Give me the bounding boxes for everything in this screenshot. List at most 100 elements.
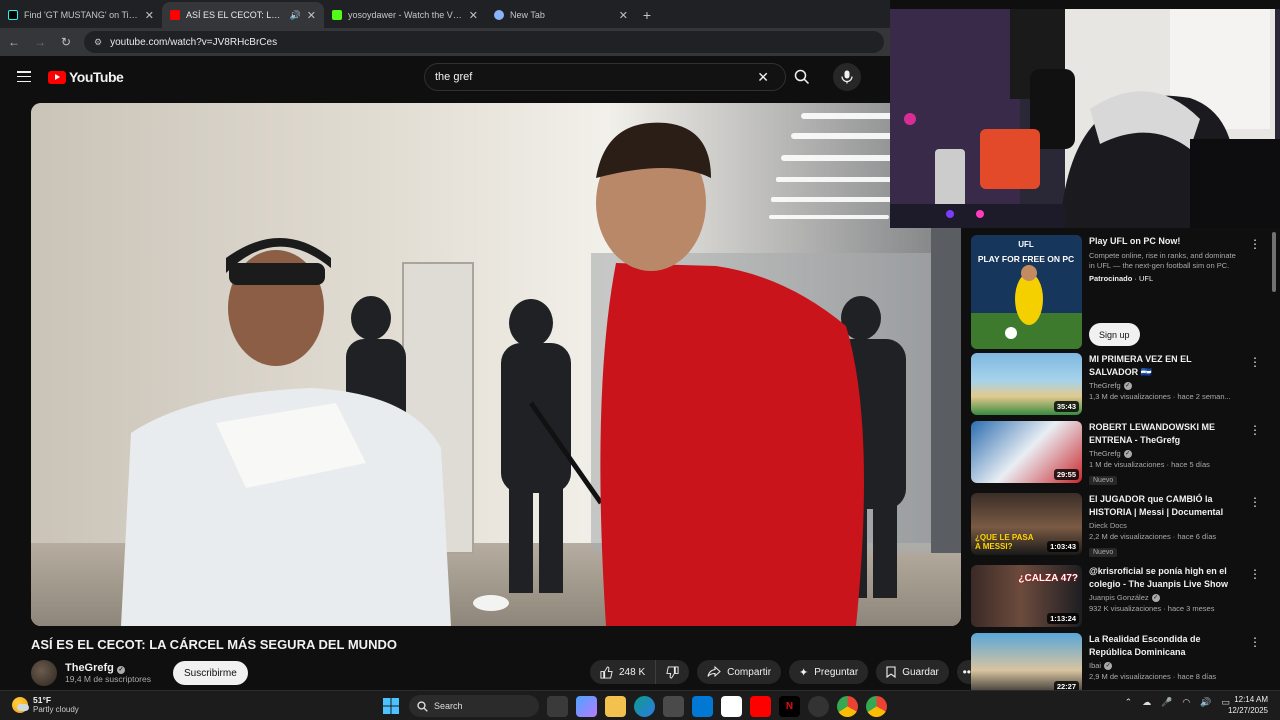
close-tab-icon[interactable]: ✕ <box>619 9 628 22</box>
dislike-button[interactable] <box>656 660 689 684</box>
rec-channel[interactable]: TheGrefg ✓ <box>1089 381 1239 390</box>
browser-tab-youtube[interactable]: ASÍ ES EL CECOT: LA CÁRC 🔊 ✕ <box>162 2 324 28</box>
search-icon <box>417 700 428 712</box>
site-info-icon[interactable]: ⚙ <box>94 37 102 48</box>
youtube-wordmark: YouTube <box>69 69 124 85</box>
temperature: 51°F <box>33 695 52 705</box>
video-thumbnail[interactable]: 29:55 <box>971 421 1082 483</box>
list-item[interactable]: ¿CALZA 47? 1:13:24 @krisroficial se poní… <box>971 565 1261 627</box>
search-query: the gref <box>435 71 473 83</box>
rec-channel[interactable]: Dieck Docs <box>1089 521 1239 530</box>
system-tray: ⌃ ☁ 🎤 ◠ 🔊 ▭ <box>1125 697 1230 708</box>
channel-info: TheGrefg ✓ 19,4 M de suscriptores <box>65 662 151 684</box>
voice-search-button[interactable] <box>833 63 861 91</box>
address-bar[interactable]: ⚙ youtube.com/watch?v=JV8RHcBrCes <box>84 31 884 53</box>
share-button[interactable]: Compartir <box>697 660 782 684</box>
close-tab-icon[interactable]: ✕ <box>469 9 478 22</box>
ad-thumbnail[interactable]: UFL PLAY FOR FREE ON PC <box>971 235 1082 349</box>
chrome-icon <box>494 10 504 20</box>
taskbar-search[interactable]: Search <box>409 695 539 717</box>
browser-tab-tiktok[interactable]: Find 'GT MUSTANG' on TikTok | ✕ <box>0 2 162 28</box>
video-player[interactable] <box>31 103 961 626</box>
like-button[interactable]: 248 K <box>590 660 657 684</box>
browser-tab-newtab[interactable]: New Tab ✕ <box>486 2 636 28</box>
subscribe-button[interactable]: Suscribirme <box>172 661 248 685</box>
video-meta: @krisroficial se ponía high en el colegi… <box>1089 565 1239 627</box>
save-button[interactable]: Guardar <box>876 660 949 684</box>
rec-stats: 1 M de visualizaciones · hace 5 días <box>1089 460 1210 469</box>
chevron-up-icon[interactable]: ⌃ <box>1125 697 1133 708</box>
outlook-icon[interactable] <box>692 695 713 717</box>
channel-name[interactable]: TheGrefg ✓ <box>65 662 151 674</box>
youtube-header: YouTube the gref ✕ <box>0 56 890 98</box>
close-tab-icon[interactable]: ✕ <box>307 9 316 22</box>
back-icon[interactable]: ← <box>6 34 22 50</box>
more-vertical-icon[interactable]: ⋮ <box>1249 568 1261 580</box>
forward-icon[interactable]: → <box>32 34 48 50</box>
search-input[interactable]: the gref ✕ <box>424 63 786 91</box>
copilot-icon[interactable] <box>576 695 597 717</box>
store-icon[interactable] <box>663 695 684 717</box>
list-item[interactable]: ¿QUE LE PASA A MESSI? 1:03:43 El JUGADOR… <box>971 493 1261 559</box>
tab-title: New Tab <box>510 10 545 20</box>
weather-widget[interactable]: 51°F Partly cloudy <box>12 695 79 714</box>
new-tab-button[interactable]: + <box>636 2 658 28</box>
video-actions: 248 K Compartir ✦ Preguntar Guardar ••• <box>590 660 981 684</box>
menu-icon[interactable] <box>17 71 31 82</box>
scrollbar-thumb[interactable] <box>1272 232 1276 292</box>
video-meta: MI PRIMERA VEZ EN EL SALVADOR 🇸🇻 TheGref… <box>1089 353 1239 415</box>
more-vertical-icon[interactable]: ⋮ <box>1249 424 1261 436</box>
rec-channel[interactable]: Ibai ✓ <box>1089 661 1239 670</box>
tiktok-icon <box>8 10 18 20</box>
youtube-app-icon[interactable] <box>750 695 771 717</box>
list-item[interactable]: 22:27 La Realidad Escondida de República… <box>971 633 1261 695</box>
file-explorer-icon[interactable] <box>605 695 626 717</box>
list-item[interactable]: 35:43 MI PRIMERA VEZ EN EL SALVADOR 🇸🇻 T… <box>971 353 1261 415</box>
windows-start-icon[interactable] <box>380 696 401 717</box>
volume-icon[interactable]: 🔊 <box>1200 697 1211 708</box>
channel-avatar[interactable] <box>31 660 57 686</box>
rec-stats: 2,9 M de visualizaciones · hace 8 días <box>1089 672 1217 681</box>
wifi-icon[interactable]: ◠ <box>1182 697 1190 708</box>
video-meta: La Realidad Escondida de República Domin… <box>1089 633 1239 695</box>
netflix-icon[interactable]: N <box>779 695 800 717</box>
bookmark-icon <box>886 666 896 678</box>
reload-icon[interactable]: ↻ <box>58 34 74 50</box>
more-vertical-icon[interactable]: ⋮ <box>1249 496 1261 508</box>
rec-channel[interactable]: Juanpis González ✓ <box>1089 593 1239 602</box>
speaker-icon[interactable]: 🔊 <box>290 10 301 21</box>
onedrive-icon[interactable]: ☁ <box>1142 697 1151 708</box>
youtube-logo[interactable]: YouTube <box>48 69 124 85</box>
microphone-icon[interactable]: 🎤 <box>1161 697 1172 708</box>
edge-icon[interactable] <box>634 695 655 717</box>
chrome-icon-2[interactable] <box>866 695 887 717</box>
thumbnail-text: ¿CALZA 47? <box>1018 573 1078 584</box>
ask-label: Preguntar <box>814 666 859 678</box>
rec-channel[interactable]: TheGrefg ✓ <box>1089 449 1239 458</box>
more-vertical-icon[interactable]: ⋮ <box>1249 356 1261 368</box>
video-thumbnail[interactable]: 35:43 <box>971 353 1082 415</box>
more-vertical-icon[interactable]: ⋮ <box>1249 238 1261 250</box>
video-thumbnail[interactable]: ¿CALZA 47? 1:13:24 <box>971 565 1082 627</box>
chrome-icon[interactable] <box>837 695 858 717</box>
search-icon <box>794 69 810 85</box>
video-thumbnail[interactable]: 22:27 <box>971 633 1082 695</box>
ask-button[interactable]: ✦ Preguntar <box>789 660 869 684</box>
verified-icon: ✓ <box>116 666 125 674</box>
task-view-icon[interactable] <box>547 695 568 717</box>
search-button[interactable] <box>786 66 818 88</box>
list-item[interactable]: 29:55 ROBERT LEWANDOWSKI ME ENTRENA - Th… <box>971 421 1261 487</box>
ad-item[interactable]: UFL PLAY FOR FREE ON PC Play UFL on PC N… <box>971 235 1261 349</box>
verified-icon: ✓ <box>1123 449 1132 458</box>
clock[interactable]: 12:14 AM 12/27/2025 <box>1228 694 1268 716</box>
photos-icon[interactable] <box>721 695 742 717</box>
clear-search-icon[interactable]: ✕ <box>757 69 769 86</box>
browser-tab-kick[interactable]: yosoydawer - Watch the VOD c ✕ <box>324 2 486 28</box>
more-vertical-icon[interactable]: ⋮ <box>1249 636 1261 648</box>
recommendations-scrollbar[interactable] <box>1271 228 1277 690</box>
close-tab-icon[interactable]: ✕ <box>145 9 154 22</box>
video-thumbnail[interactable]: ¿QUE LE PASA A MESSI? 1:03:43 <box>971 493 1082 555</box>
thumbs-down-icon <box>666 665 679 679</box>
chatgpt-icon[interactable] <box>808 695 829 717</box>
ad-signup-button[interactable]: Sign up <box>1089 323 1140 346</box>
